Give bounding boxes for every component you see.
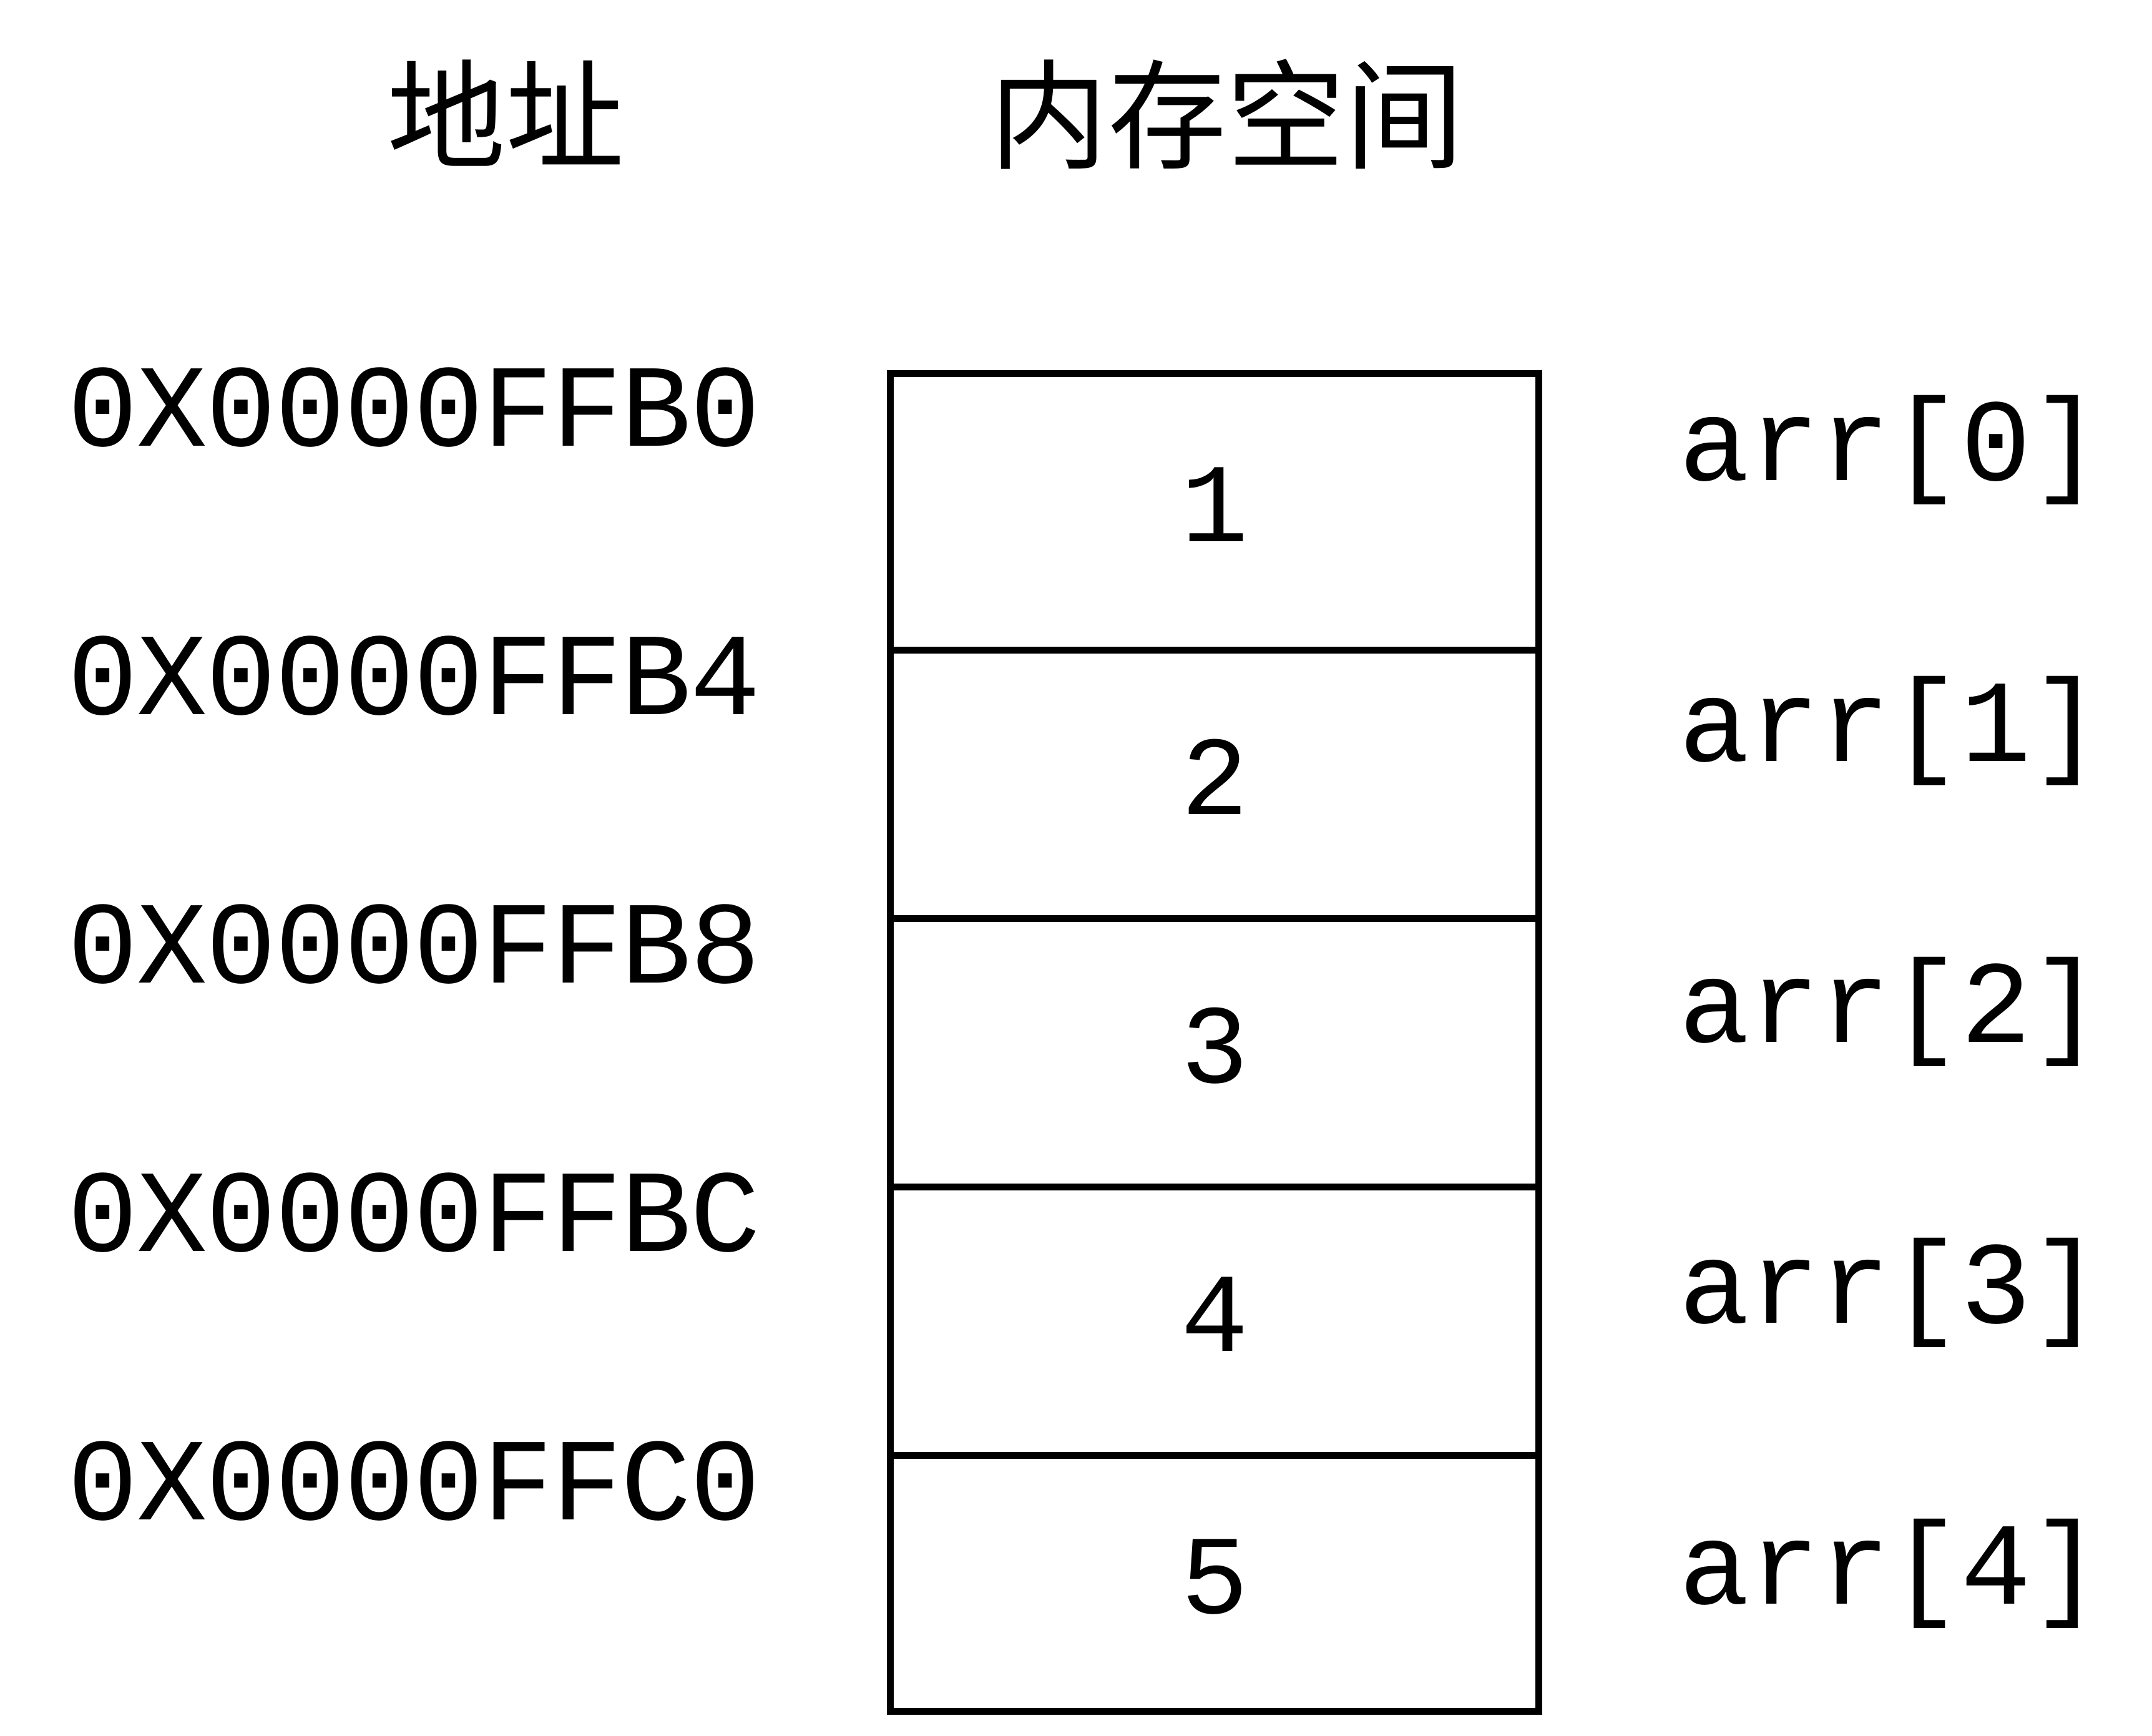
memory-block: 1 2 3 4 5 [887, 370, 1542, 1715]
memory-cell-value: 2 [1180, 720, 1249, 848]
memory-cell: 4 [894, 1184, 1535, 1452]
address-column-header: 地址 [387, 49, 625, 187]
address-label: 0X0000FFBC [67, 1154, 760, 1287]
array-index-label: arr[1] [1679, 664, 2101, 797]
array-index-label: arr[3] [1679, 1225, 2101, 1358]
memory-cell: 2 [894, 647, 1535, 915]
address-label: 0X0000FFB4 [67, 617, 760, 750]
memory-cell: 3 [894, 915, 1535, 1184]
memory-cell-value: 1 [1180, 448, 1249, 576]
array-index-label: arr[2] [1679, 944, 2101, 1077]
memory-cell-value: 3 [1180, 989, 1249, 1117]
memory-cell-value: 5 [1180, 1519, 1249, 1647]
address-label: 0X0000FFB8 [67, 885, 760, 1018]
memory-column-header: 内存空间 [989, 49, 1464, 187]
memory-cell: 1 [894, 377, 1535, 647]
address-label: 0X0000FFB0 [67, 348, 760, 481]
array-index-label: arr[0] [1679, 383, 2101, 516]
array-index-label: arr[4] [1679, 1506, 2101, 1639]
memory-cell: 5 [894, 1452, 1535, 1708]
address-label: 0X0000FFC0 [67, 1422, 760, 1555]
memory-cell-value: 4 [1180, 1257, 1249, 1385]
